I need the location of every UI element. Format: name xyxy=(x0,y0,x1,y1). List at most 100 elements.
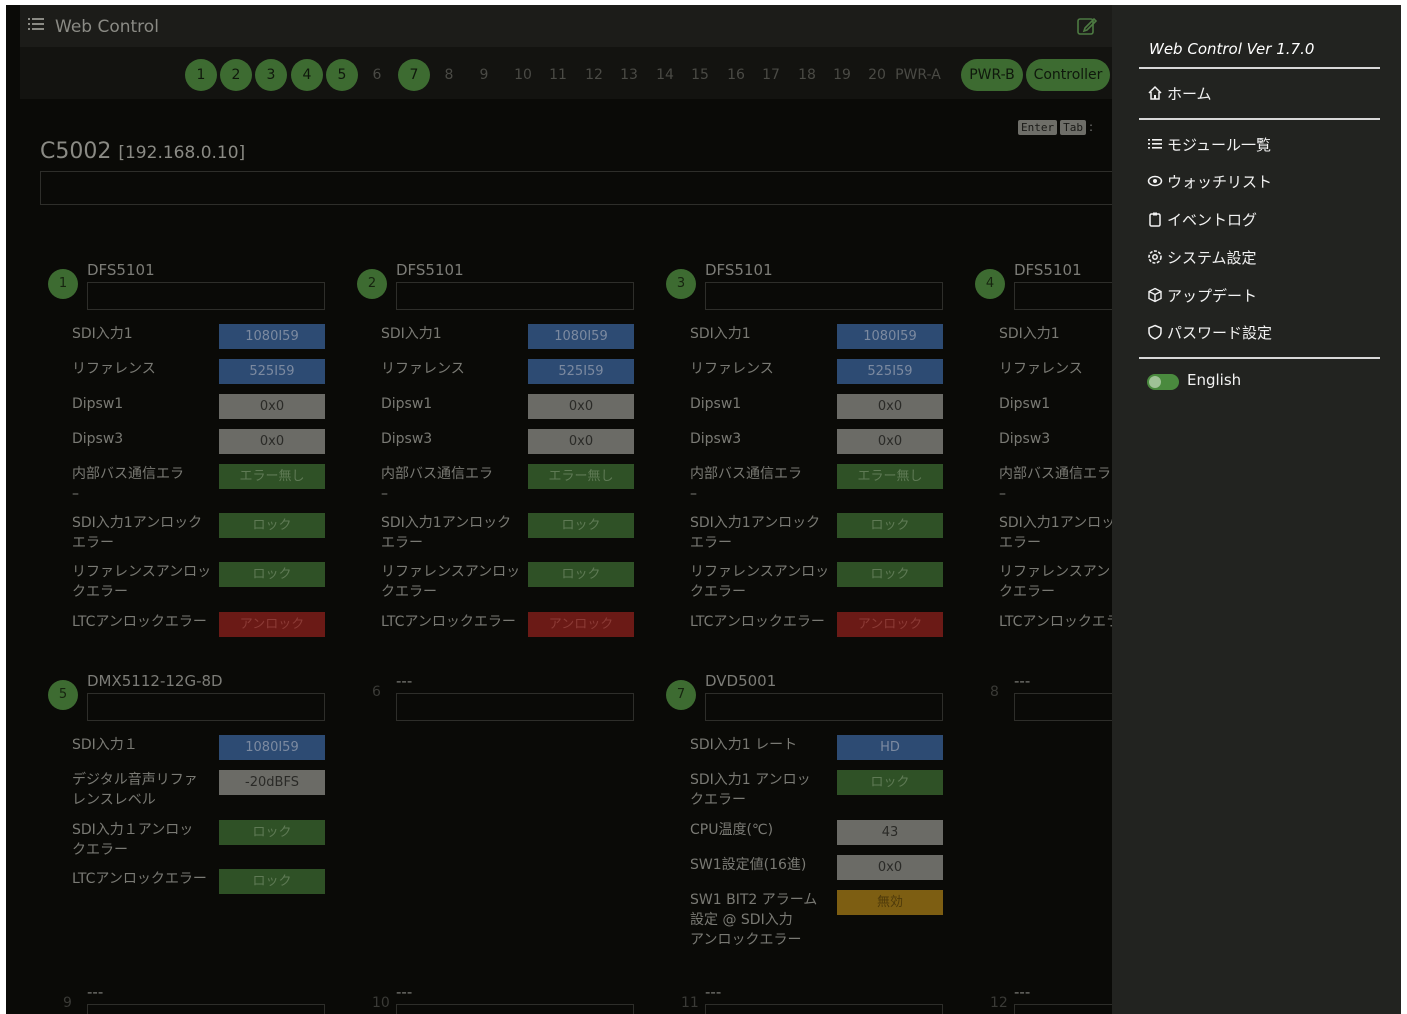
slot-tab[interactable]: 13 xyxy=(619,59,639,91)
module-comment-input[interactable] xyxy=(705,1004,943,1014)
drawer-divider xyxy=(1139,67,1380,69)
slot-tab[interactable]: 1 xyxy=(185,59,217,91)
status-label: リファレンス xyxy=(690,361,774,377)
module-name: DVD5001 xyxy=(705,672,777,690)
status-label: Dipsw3 xyxy=(690,431,742,447)
slot-tab[interactable]: 20 xyxy=(867,59,887,91)
status-label: SDI入力1アンロック エラー xyxy=(72,515,203,551)
slot-tab[interactable]: 10 xyxy=(513,59,533,91)
status-label: SDI入力1 レート xyxy=(690,737,798,753)
shield-icon xyxy=(1148,324,1162,340)
module-comment-input[interactable] xyxy=(396,1004,634,1014)
module-name: DFS5101 xyxy=(705,261,773,279)
slot-tab[interactable]: PWR-B xyxy=(961,59,1023,91)
status-value-badge: ロック xyxy=(219,562,325,587)
drawer-item-update[interactable]: アップデート xyxy=(1147,285,1257,307)
module-comment-input[interactable] xyxy=(87,1004,325,1014)
module-comment-input[interactable] xyxy=(87,282,325,310)
status-label: リファレンス xyxy=(72,361,156,377)
app-title: Web Control xyxy=(55,17,159,37)
eye-icon xyxy=(1147,175,1163,187)
slot-tab[interactable]: 17 xyxy=(761,59,781,91)
drawer-item-system-settings[interactable]: システム設定 xyxy=(1147,247,1257,269)
status-value-badge: ロック xyxy=(219,869,325,894)
status-value-badge: 0x0 xyxy=(528,394,634,419)
device-comment-input[interactable] xyxy=(40,171,1120,205)
slot-tab[interactable]: 9 xyxy=(477,59,491,91)
device-ip: [192.168.0.10] xyxy=(118,143,246,163)
slot-tab[interactable]: 5 xyxy=(326,59,358,91)
status-label: LTCアンロックエラー xyxy=(690,614,825,630)
slot-tab[interactable]: 18 xyxy=(797,59,817,91)
status-label: リファレンスアンロッ クエラー xyxy=(381,564,521,600)
home-icon xyxy=(1148,85,1162,100)
module-name: --- xyxy=(87,983,104,1001)
status-label: SDI入力１ xyxy=(72,737,138,753)
language-toggle[interactable] xyxy=(1147,374,1179,390)
status-value-badge: 1080I59 xyxy=(837,324,943,349)
module-name: --- xyxy=(396,672,413,690)
status-value-badge: 0x0 xyxy=(528,429,634,454)
status-label: 内部バス通信エラ – xyxy=(381,466,493,502)
status-value-badge: 525I59 xyxy=(528,359,634,384)
slot-tab[interactable]: 8 xyxy=(442,59,456,91)
slot-tab[interactable]: 11 xyxy=(548,59,568,91)
module-comment-input[interactable] xyxy=(396,282,634,310)
status-value-badge: アンロック xyxy=(837,612,943,637)
module-comment-input[interactable] xyxy=(705,693,943,721)
status-label: SDI入力1アンロック エラー xyxy=(690,515,821,551)
module-name: DFS5101 xyxy=(1014,261,1082,279)
drawer-item-watchlist[interactable]: ウォッチリスト xyxy=(1147,171,1272,193)
slot-tab[interactable]: Controller xyxy=(1026,59,1110,91)
slot-tab[interactable]: 2 xyxy=(220,59,252,91)
clipboard-icon xyxy=(1149,212,1161,227)
status-label: LTCアンロックエラー xyxy=(72,614,207,630)
module-comment-input[interactable] xyxy=(396,693,634,721)
slot-tab[interactable]: 14 xyxy=(655,59,675,91)
drawer-item-modules[interactable]: モジュール一覧 xyxy=(1147,134,1271,156)
slot-tab[interactable]: 15 xyxy=(690,59,710,91)
keyboard-hint: Enter Tab: xyxy=(1018,116,1093,135)
status-value-badge: ロック xyxy=(219,820,325,845)
module-name: --- xyxy=(1014,983,1031,1001)
slot-number-badge: 4 xyxy=(975,269,1005,299)
status-value-badge: ロック xyxy=(837,562,943,587)
slot-tab[interactable]: 7 xyxy=(398,59,430,91)
status-value-badge: 0x0 xyxy=(837,429,943,454)
status-label: LTCアンロックエラー xyxy=(381,614,516,630)
status-value-badge: 0x0 xyxy=(219,429,325,454)
status-label: CPU温度(℃) xyxy=(690,822,774,838)
status-label: SW1 BIT2 アラーム 設定 @ SDI入力 アンロックエラー xyxy=(690,892,818,948)
drawer-divider xyxy=(1139,118,1380,120)
slot-tab[interactable]: 12 xyxy=(584,59,604,91)
slot-tab[interactable]: 16 xyxy=(726,59,746,91)
slot-number-badge: 11 xyxy=(681,995,699,1011)
module-comment-input[interactable] xyxy=(705,282,943,310)
slot-tab[interactable]: PWR-A xyxy=(893,59,943,91)
slot-tab[interactable]: 3 xyxy=(255,59,287,91)
module-name: DMX5112-12G-8D xyxy=(87,672,223,690)
status-label: デジタル音声リファ レンスレベル xyxy=(72,772,198,808)
edit-icon[interactable] xyxy=(1076,15,1098,37)
status-value-badge: アンロック xyxy=(528,612,634,637)
module-comment-input[interactable] xyxy=(87,693,325,721)
drawer-item-eventlog[interactable]: イベントログ xyxy=(1147,209,1257,231)
menu-icon[interactable] xyxy=(28,16,44,32)
drawer-version: Web Control Ver 1.7.0 xyxy=(1149,40,1315,58)
slot-tab[interactable]: 19 xyxy=(832,59,852,91)
slot-number-badge: 10 xyxy=(372,995,390,1011)
slot-number-badge: 2 xyxy=(357,269,387,299)
drawer-item-password[interactable]: パスワード設定 xyxy=(1147,322,1272,344)
status-label: SW1設定値(16進) xyxy=(690,857,807,873)
toggle-knob xyxy=(1149,376,1161,388)
status-label: Dipsw1 xyxy=(72,396,124,412)
module-name: --- xyxy=(705,983,722,1001)
drawer-item-home[interactable]: ホーム xyxy=(1147,83,1212,105)
status-value-badge: エラー無し xyxy=(528,464,634,489)
slot-tab[interactable]: 4 xyxy=(291,59,323,91)
status-value-badge: 43 xyxy=(837,820,943,845)
status-label: SDI入力1 アンロッ クエラー xyxy=(690,772,811,808)
slot-tab[interactable]: 6 xyxy=(370,59,384,91)
status-value-badge: ロック xyxy=(528,513,634,538)
status-label: Dipsw3 xyxy=(381,431,433,447)
